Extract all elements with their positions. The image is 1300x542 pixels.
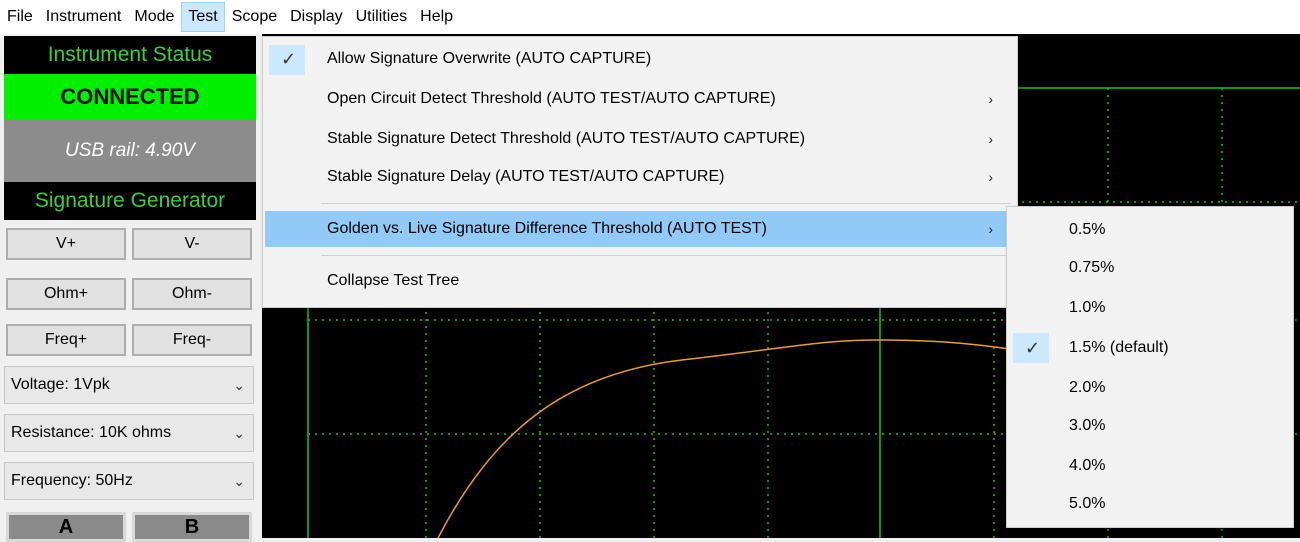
submenu-option-0-5[interactable]: 0.5% xyxy=(1009,211,1291,249)
submenu-option-2-0[interactable]: 2.0% xyxy=(1009,369,1291,407)
submenu-option-1-5-default[interactable]: ✓ 1.5% (default) xyxy=(1009,329,1291,367)
ohm-down-button[interactable]: Ohm- xyxy=(132,278,252,310)
submenu-option-4-0[interactable]: 4.0% xyxy=(1009,447,1291,485)
chevron-down-icon: ⌄ xyxy=(233,473,245,489)
menu-instrument[interactable]: Instrument xyxy=(40,2,128,32)
menu-item-allow-signature-overwrite[interactable]: ✓ Allow Signature Overwrite (AUTO CAPTUR… xyxy=(265,41,1015,77)
menu-item-label: Stable Signature Delay (AUTO TEST/AUTO C… xyxy=(327,168,725,185)
chevron-right-icon: › xyxy=(988,169,993,185)
freq-up-button[interactable]: Freq+ xyxy=(6,324,126,356)
control-panel: Instrument Status CONNECTED USB rail: 4.… xyxy=(0,34,258,542)
option-label: 0.75% xyxy=(1069,259,1115,276)
menu-help[interactable]: Help xyxy=(414,2,459,32)
threshold-submenu: 0.5% 0.75% 1.0% ✓ 1.5% (default) 2.0% 3.… xyxy=(1006,206,1294,528)
submenu-option-0-75[interactable]: 0.75% xyxy=(1009,249,1291,287)
menu-item-golden-vs-live-threshold[interactable]: Golden vs. Live Signature Difference Thr… xyxy=(265,211,1015,247)
instrument-status-title: Instrument Status xyxy=(4,36,256,74)
signature-trace xyxy=(437,339,1043,538)
option-label: 1.5% (default) xyxy=(1069,339,1169,356)
menu-mode[interactable]: Mode xyxy=(128,2,180,32)
menu-item-stable-signature-delay[interactable]: Stable Signature Delay (AUTO TEST/AUTO C… xyxy=(265,159,1015,195)
chevron-down-icon: ⌄ xyxy=(233,377,245,393)
option-label: 2.0% xyxy=(1069,379,1106,396)
menu-item-label: Golden vs. Live Signature Difference Thr… xyxy=(327,220,767,237)
menu-item-collapse-test-tree[interactable]: Collapse Test Tree xyxy=(265,263,1015,299)
chevron-down-icon: ⌄ xyxy=(233,425,245,441)
resistance-select-value: Resistance: 10K ohms xyxy=(11,424,172,441)
signature-generator-title: Signature Generator xyxy=(4,182,256,220)
usb-rail-readout: USB rail: 4.90V xyxy=(4,120,256,182)
option-label: 5.0% xyxy=(1069,495,1106,512)
chevron-right-icon: › xyxy=(988,221,993,237)
voltage-select-value: Voltage: 1Vpk xyxy=(11,376,110,393)
menu-separator xyxy=(321,255,1011,256)
frequency-select[interactable]: Frequency: 50Hz ⌄ xyxy=(4,462,254,500)
freq-down-button[interactable]: Freq- xyxy=(132,324,252,356)
menu-utilities[interactable]: Utilities xyxy=(350,2,414,32)
resistance-select[interactable]: Resistance: 10K ohms ⌄ xyxy=(4,414,254,452)
menu-item-label: Allow Signature Overwrite (AUTO CAPTURE) xyxy=(327,50,652,67)
test-menu: ✓ Allow Signature Overwrite (AUTO CAPTUR… xyxy=(262,36,1018,308)
chevron-right-icon: › xyxy=(988,131,993,147)
option-label: 0.5% xyxy=(1069,221,1106,238)
chevron-right-icon: › xyxy=(988,91,993,107)
voltage-up-button[interactable]: V+ xyxy=(6,228,126,260)
menu-item-label: Open Circuit Detect Threshold (AUTO TEST… xyxy=(327,90,776,107)
connection-status-badge: CONNECTED xyxy=(4,74,256,120)
checkmark-icon: ✓ xyxy=(281,49,297,69)
submenu-option-3-0[interactable]: 3.0% xyxy=(1009,407,1291,445)
option-label: 3.0% xyxy=(1069,417,1106,434)
menu-item-stable-signature-threshold[interactable]: Stable Signature Detect Threshold (AUTO … xyxy=(265,121,1015,157)
menu-file[interactable]: File xyxy=(1,2,39,32)
option-label: 4.0% xyxy=(1069,457,1106,474)
option-label: 1.0% xyxy=(1069,299,1106,316)
menu-display[interactable]: Display xyxy=(284,2,348,32)
menu-item-label: Collapse Test Tree xyxy=(327,272,460,289)
submenu-option-5-0[interactable]: 5.0% xyxy=(1009,485,1291,523)
frequency-select-value: Frequency: 50Hz xyxy=(11,472,133,489)
voltage-select[interactable]: Voltage: 1Vpk ⌄ xyxy=(4,366,254,404)
menu-item-label: Stable Signature Detect Threshold (AUTO … xyxy=(327,130,806,147)
menu-test[interactable]: Test xyxy=(181,2,225,32)
menu-scope[interactable]: Scope xyxy=(226,2,283,32)
menu-item-open-circuit-threshold[interactable]: Open Circuit Detect Threshold (AUTO TEST… xyxy=(265,81,1015,117)
ohm-up-button[interactable]: Ohm+ xyxy=(6,278,126,310)
menu-separator xyxy=(321,203,1011,204)
submenu-option-1-0[interactable]: 1.0% xyxy=(1009,289,1291,327)
checkmark-icon: ✓ xyxy=(1025,338,1041,358)
voltage-down-button[interactable]: V- xyxy=(132,228,252,260)
menu-bar: File Instrument Mode Test Scope Display … xyxy=(0,0,1300,34)
